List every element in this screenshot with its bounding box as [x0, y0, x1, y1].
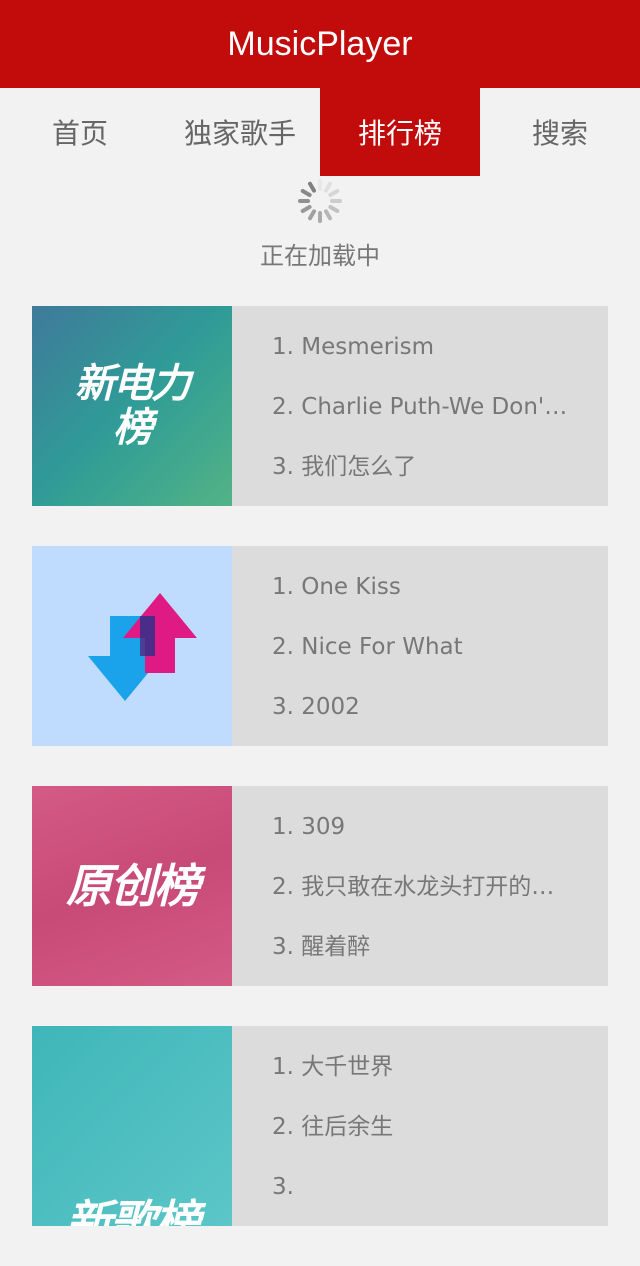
chart-list: 新电力榜 1. Mesmerism 2. Charlie Puth-We Don… — [32, 306, 608, 1266]
chart-song-list: 1. 大千世界 2. 往后余生 3. — [232, 1026, 608, 1226]
tab-home[interactable]: 首页 — [0, 88, 160, 176]
song-item: 2. Charlie Puth-We Don't Talk Anymore — [272, 394, 568, 420]
tab-search[interactable]: 搜索 — [480, 88, 640, 176]
chart-song-list: 1. Mesmerism 2. Charlie Puth-We Don't Ta… — [232, 306, 608, 506]
song-item: 2. 往后余生 — [272, 1114, 394, 1140]
chart-cover: 新电力榜 — [32, 306, 232, 506]
loading-text: 正在加载中 — [260, 242, 380, 270]
chart-cover: 新歌榜 — [32, 1026, 232, 1226]
app-title: MusicPlayer — [227, 24, 413, 63]
song-item: 1. 大千世界 — [272, 1054, 394, 1080]
chart-item[interactable]: 新电力榜 1. Mesmerism 2. Charlie Puth-We Don… — [32, 306, 608, 506]
chart-item[interactable]: 1. One Kiss 2. Nice For What 3. 2002 — [32, 546, 608, 746]
song-item: 2. Nice For What — [272, 634, 463, 660]
chart-cover — [32, 546, 232, 746]
nav-tabs: 首页 独家歌手 排行榜 搜索 — [0, 88, 640, 176]
song-item: 1. One Kiss — [272, 574, 401, 600]
song-item: 1. Mesmerism — [272, 334, 435, 360]
spinner-icon — [298, 179, 342, 223]
song-item: 3. 醒着醉 — [272, 934, 371, 960]
tab-exclusive-singers[interactable]: 独家歌手 — [160, 88, 320, 176]
up-down-arrows-icon — [88, 593, 197, 701]
tab-charts[interactable]: 排行榜 — [320, 88, 480, 176]
song-item: 3. 我们怎么了 — [272, 454, 417, 480]
chart-item[interactable]: 原创榜 1. 309 2. 我只敢在水龙头打开的时候哭 3. 醒着醉 — [32, 786, 608, 986]
song-item: 2. 我只敢在水龙头打开的时候哭 — [272, 874, 568, 900]
chart-song-list: 1. One Kiss 2. Nice For What 3. 2002 — [232, 546, 608, 746]
loading-indicator: 正在加载中 — [0, 176, 640, 286]
chart-cover-text: 新电力榜 — [75, 361, 191, 451]
chart-cover-text: 原创榜 — [66, 859, 200, 913]
app-header: MusicPlayer — [0, 0, 640, 88]
chart-song-list: 1. 309 2. 我只敢在水龙头打开的时候哭 3. 醒着醉 — [232, 786, 608, 986]
chart-cover-text: 新歌榜 — [66, 1195, 200, 1226]
song-item: 1. 309 — [272, 814, 346, 840]
chart-cover: 原创榜 — [32, 786, 232, 986]
chart-item[interactable]: 新歌榜 1. 大千世界 2. 往后余生 3. — [32, 1026, 608, 1226]
song-item: 3. 2002 — [272, 694, 360, 720]
song-item: 3. — [272, 1174, 294, 1200]
